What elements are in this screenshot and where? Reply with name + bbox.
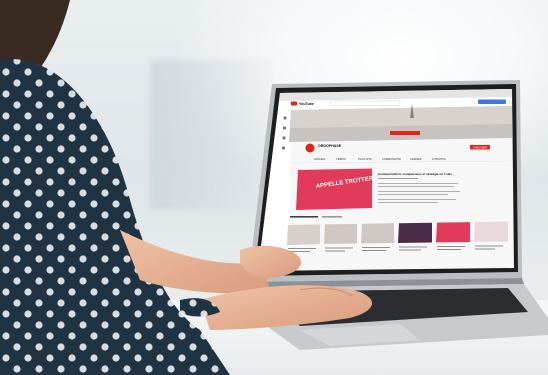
person-illustration	[0, 0, 373, 375]
photo-scene: YouTube ORDOPHASE S'ABONNER ACCUEIL VIDÉ…	[0, 0, 548, 375]
polka-dot-blouse	[0, 59, 230, 375]
